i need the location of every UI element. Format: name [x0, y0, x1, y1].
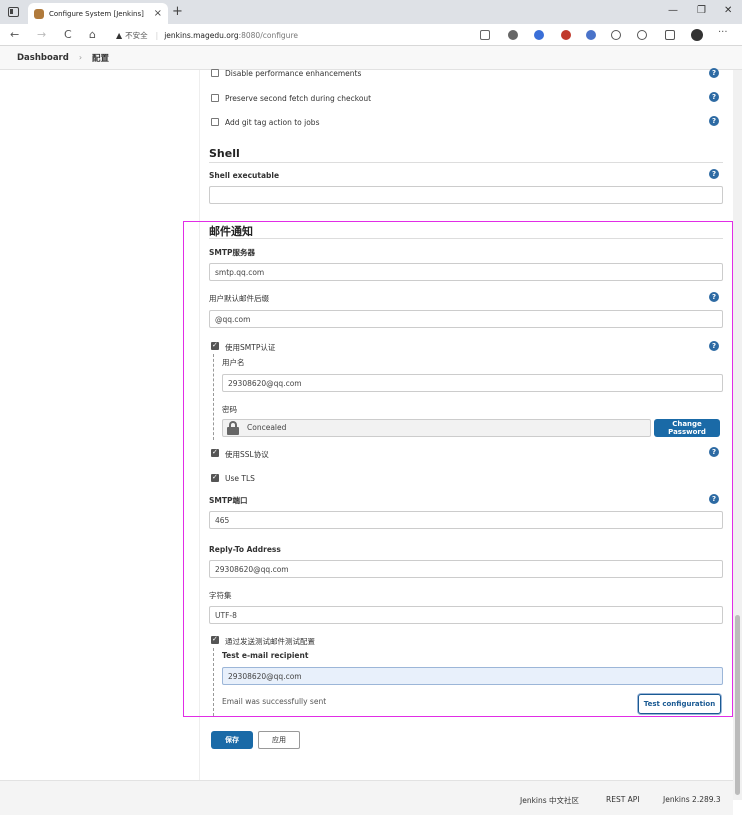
extension-badge-icon[interactable] — [561, 30, 571, 40]
browser-tab[interactable]: Configure System [Jenkins] × — [28, 3, 168, 24]
avatar[interactable] — [691, 29, 703, 41]
refresh-extension-icon[interactable] — [637, 30, 647, 40]
section-divider — [209, 162, 723, 163]
password-concealed-field: Concealed — [222, 419, 651, 437]
test-config-checkbox[interactable] — [211, 635, 219, 644]
footer-community-link[interactable]: Jenkins 中文社区 — [520, 795, 579, 806]
reload-icon[interactable]: C — [64, 28, 72, 41]
url-path: :8080/configure — [238, 30, 298, 40]
apply-button[interactable]: 应用 — [258, 731, 300, 749]
minimize-icon[interactable]: — — [668, 5, 678, 16]
favorites-star-icon[interactable] — [480, 30, 490, 40]
test-result-message: Email was successfully sent — [222, 697, 327, 706]
help-icon[interactable]: ? — [709, 68, 719, 78]
test-configuration-button[interactable]: Test configuration — [638, 694, 721, 714]
email-suffix-input[interactable] — [209, 310, 723, 328]
preserve-fetch-label: Preserve second fetch during checkout — [225, 94, 372, 103]
use-ssl-label: 使用SSL协议 — [225, 450, 269, 459]
url-separator: | — [155, 30, 159, 40]
smtp-server-label: SMTP服务器 — [209, 248, 255, 257]
mail-section-title: 邮件通知 — [209, 225, 253, 238]
tab-actions-icon[interactable] — [8, 7, 19, 17]
scrollbar-thumb[interactable] — [735, 615, 740, 795]
preserve-fetch-checkbox[interactable] — [211, 94, 219, 102]
help-icon[interactable]: ? — [709, 292, 719, 302]
footer-version[interactable]: Jenkins 2.289.3 — [663, 795, 721, 804]
nested-group-line — [213, 648, 214, 716]
add-git-tag-checkbox[interactable] — [211, 118, 219, 126]
password-concealed-text: Concealed — [247, 423, 287, 432]
username-input[interactable] — [222, 374, 723, 392]
charset-input[interactable] — [209, 606, 723, 624]
tab-title: Configure System [Jenkins] — [49, 9, 144, 18]
use-ssl-checkbox[interactable] — [211, 448, 219, 457]
charset-label: 字符集 — [209, 591, 232, 600]
help-icon[interactable]: ? — [709, 92, 719, 102]
footer-rest-api-link[interactable]: REST API — [606, 795, 640, 804]
new-tab-icon[interactable]: + — [172, 4, 183, 19]
help-icon[interactable]: ? — [709, 341, 719, 351]
tab-close-icon[interactable]: × — [154, 8, 162, 19]
url-host: jenkins.magedu.org — [164, 30, 239, 40]
breadcrumb-chevron-icon: › — [78, 53, 83, 62]
security-warning: 不安全 — [125, 30, 148, 40]
shell-section-title: Shell — [209, 147, 240, 160]
shell-executable-input[interactable] — [209, 186, 723, 204]
smtp-port-label: SMTP端口 — [209, 496, 248, 505]
help-icon[interactable]: ? — [709, 447, 719, 457]
breadcrumb-configure[interactable]: 配置 — [92, 52, 109, 64]
disable-performance-label: Disable performance enhancements — [225, 69, 362, 78]
back-icon[interactable]: ← — [10, 28, 19, 41]
forward-icon[interactable]: → — [37, 28, 46, 41]
breadcrumb-dashboard[interactable]: Dashboard — [17, 53, 69, 63]
username-label: 用户名 — [222, 358, 245, 367]
shell-executable-label: Shell executable — [209, 171, 280, 180]
add-git-tag-label: Add git tag action to jobs — [225, 118, 320, 127]
help-icon[interactable]: ? — [709, 116, 719, 126]
warning-icon: ▲ — [116, 30, 123, 40]
lock-icon — [226, 421, 240, 435]
translate-icon[interactable] — [534, 30, 544, 40]
nested-group-line — [213, 354, 214, 440]
use-smtp-auth-label: 使用SMTP认证 — [225, 343, 276, 352]
scrollbar[interactable] — [733, 70, 742, 800]
footer: Jenkins 中文社区 REST API Jenkins 2.289.3 — [0, 780, 733, 815]
close-window-icon[interactable]: ✕ — [724, 5, 732, 16]
side-panel — [0, 70, 200, 780]
collections-icon[interactable] — [611, 30, 621, 40]
save-button[interactable]: 保存 — [211, 731, 253, 749]
url-field[interactable]: ▲ 不安全 | jenkins.magedu.org :8080/configu… — [116, 28, 298, 42]
password-label: 密码 — [222, 405, 237, 414]
use-smtp-auth-checkbox[interactable] — [211, 341, 219, 350]
test-recipient-label: Test e-mail recipient — [222, 651, 309, 660]
help-icon[interactable]: ? — [709, 494, 719, 504]
extension-2-icon[interactable] — [586, 30, 596, 40]
change-password-button[interactable]: Change Password — [654, 419, 720, 437]
use-tls-checkbox[interactable] — [211, 473, 219, 482]
help-icon[interactable]: ? — [709, 169, 719, 179]
reply-to-input[interactable] — [209, 560, 723, 578]
section-divider — [209, 238, 723, 239]
test-recipient-input[interactable] — [222, 667, 723, 685]
smtp-port-input[interactable] — [209, 511, 723, 529]
disable-performance-checkbox[interactable] — [211, 69, 219, 77]
use-tls-label: Use TLS — [225, 474, 255, 483]
more-icon[interactable]: ··· — [718, 27, 728, 38]
breadcrumb: Dashboard › 配置 — [0, 46, 742, 70]
reply-to-label: Reply-To Address — [209, 545, 281, 554]
address-bar: ← → C ⌂ ▲ 不安全 | jenkins.magedu.org :8080… — [0, 24, 742, 46]
maximize-icon[interactable]: ❐ — [697, 5, 706, 16]
home-icon[interactable]: ⌂ — [89, 28, 96, 41]
extension-icon[interactable] — [508, 30, 518, 40]
jenkins-favicon-icon — [34, 8, 44, 19]
screenshot-icon[interactable] — [665, 30, 675, 40]
browser-tab-bar: Configure System [Jenkins] × + — ❐ ✕ — [0, 0, 742, 24]
email-suffix-label: 用户默认邮件后缀 — [209, 294, 269, 303]
smtp-server-input[interactable] — [209, 263, 723, 281]
test-config-label: 通过发送测试邮件测试配置 — [225, 637, 315, 646]
